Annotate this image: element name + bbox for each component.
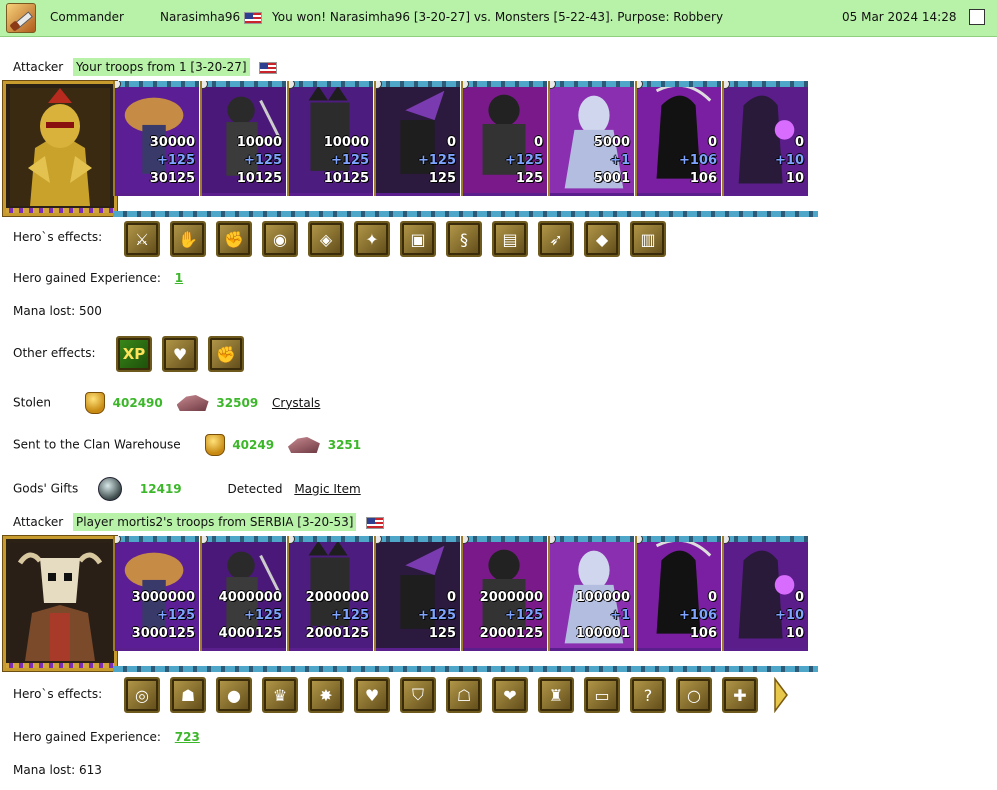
stolen-crystals: 32509	[216, 395, 259, 410]
attacker-row: Attacker Your troops from 1 [3-20-27]	[13, 58, 278, 76]
vest-icon[interactable]: ▥	[630, 221, 666, 257]
armor-icon[interactable]: ▣	[400, 221, 436, 257]
cross-sword-icon[interactable]: ✚	[722, 677, 758, 713]
hero-effects-label: Hero`s effects:	[13, 687, 103, 701]
shield-leaf-icon[interactable]: ◈	[308, 221, 344, 257]
usa-flag-icon	[366, 516, 385, 529]
usa-flag-icon	[243, 11, 262, 24]
fist-sword-icon[interactable]: ✊	[208, 336, 244, 372]
unit-slot[interactable]: 100000 +1 100001	[548, 536, 634, 651]
army-panel: 3000000 +125 3000125 4000000 +125 400012…	[0, 535, 818, 672]
unit-slot[interactable]: 10000 +125 10125	[200, 81, 286, 196]
report-datetime: 05 Mar 2024 14:28	[842, 10, 957, 24]
skull-helm-hero-icon	[10, 543, 110, 661]
golden-knight-hero-icon	[10, 88, 110, 206]
troops-origin: Player mortis2's troops from SERBIA [3-2…	[73, 513, 357, 531]
troops-origin: Your troops from 1 [3-20-27]	[73, 58, 250, 76]
stolen-row: Stolen 402490 32509 Crystals	[13, 392, 320, 414]
mana-value: 500	[78, 304, 102, 318]
unit-slot[interactable]: 2000000 +125 2000125	[287, 536, 373, 651]
orb-icon[interactable]: ●	[216, 677, 252, 713]
attacker-label: Attacker	[13, 60, 64, 74]
bracelet-icon[interactable]: ○	[676, 677, 712, 713]
shield-icon[interactable]: ⛉	[400, 677, 436, 713]
unit-slot[interactable]: 0 +10 10	[722, 81, 808, 196]
ring-icon[interactable]: ◎	[124, 677, 160, 713]
scroll-right-arrow-icon[interactable]	[774, 677, 788, 713]
magic-item-link[interactable]: Magic Item	[294, 482, 360, 496]
chest-icon[interactable]: ▤	[492, 221, 528, 257]
heart-sword-icon[interactable]: ♥	[162, 336, 198, 372]
pouch-icon[interactable]: ◉	[262, 221, 298, 257]
amulet-icon[interactable]: §	[446, 221, 482, 257]
crystals-link[interactable]: Crystals	[272, 396, 320, 410]
heart-icon[interactable]: ♥	[354, 677, 390, 713]
experience-row: Hero gained Experience: 1	[13, 271, 184, 285]
unit-slot[interactable]: 2000000 +125 2000125	[461, 536, 547, 651]
gods-gift-icon	[98, 477, 123, 501]
unit-slot[interactable]: 0 +125 125	[374, 536, 460, 651]
hand-icon[interactable]: ✊	[216, 221, 252, 257]
report-header: Commander Narasimha96 You won! Narasimha…	[0, 0, 997, 37]
other-effects-label: Other effects:	[13, 346, 96, 360]
hero-effects-list: ◎ ☗ ● ♛ ✸ ♥ ⛉ ☖ ❤ ♜ ▭ ? ○ ✚	[124, 677, 794, 713]
heart-wing-icon[interactable]: ❤	[492, 677, 528, 713]
unit-slot[interactable]: 0 +125 125	[374, 81, 460, 196]
question-icon[interactable]: ?	[630, 677, 666, 713]
gold-icon	[204, 434, 225, 456]
totem-icon[interactable]: ♜	[538, 677, 574, 713]
hero-portrait-frame[interactable]	[2, 80, 118, 217]
hero-portrait-frame[interactable]	[2, 535, 118, 672]
treasure-icon[interactable]: ✸	[308, 677, 344, 713]
xp-boost-icon[interactable]: XP	[116, 336, 152, 372]
clan-warehouse-row: Sent to the Clan Warehouse 40249 3251	[13, 434, 361, 456]
mana-row: Mana lost: 613	[13, 763, 102, 777]
usa-flag-icon	[259, 61, 278, 74]
attacker-row: Attacker Player mortis2's troops from SE…	[13, 513, 385, 531]
clan-crystals: 3251	[327, 437, 362, 452]
gods-gifts-value: 12419	[139, 481, 182, 496]
unit-slot[interactable]: 5000 +1 5001	[548, 81, 634, 196]
attacker-label: Attacker	[13, 515, 64, 529]
crown-icon[interactable]: ♛	[262, 677, 298, 713]
belt-icon[interactable]: ▭	[584, 677, 620, 713]
hero-effects-label: Hero`s effects:	[13, 230, 103, 244]
role-label: Commander	[50, 10, 124, 24]
unit-slot[interactable]: 0 +10 10	[722, 536, 808, 651]
gods-gifts-row: Gods' Gifts 12419 Detected Magic Item	[13, 477, 361, 501]
clan-gold: 40249	[232, 437, 275, 452]
select-report-checkbox[interactable]	[969, 9, 985, 25]
unit-slot[interactable]: 0 +106 106	[635, 81, 721, 196]
unit-slot[interactable]: 30000 +125 30125	[113, 81, 199, 196]
player-link[interactable]: Narasimha96	[160, 10, 262, 24]
battle-result-text[interactable]: You won! Narasimha96 [3-20-27] vs. Monst…	[272, 10, 723, 24]
unit-slot[interactable]: 3000000 +125 3000125	[113, 536, 199, 651]
handshake-icon[interactable]: ✋	[170, 221, 206, 257]
mana-value: 613	[78, 763, 102, 777]
other-effects-list: XP ♥ ✊	[116, 336, 246, 372]
experience-value[interactable]: 1	[175, 271, 183, 285]
experience-value[interactable]: 723	[175, 730, 200, 744]
gold-icon	[84, 392, 105, 414]
helmet-icon[interactable]: ☗	[170, 677, 206, 713]
unit-slot[interactable]: 0 +106 106	[635, 536, 721, 651]
battle-report-icon[interactable]	[6, 3, 36, 33]
unit-slot[interactable]: 4000000 +125 4000125	[200, 536, 286, 651]
crystal-icon	[287, 437, 320, 453]
claw-icon[interactable]: ✦	[354, 221, 390, 257]
unit-slot[interactable]: 0 +125 125	[461, 81, 547, 196]
bow-icon[interactable]: ➶	[538, 221, 574, 257]
unit-slot[interactable]: 10000 +125 10125	[287, 81, 373, 196]
army-panel: 30000 +125 30125 10000 +125 10125 10000 …	[0, 80, 818, 217]
experience-row: Hero gained Experience: 723	[13, 730, 200, 744]
stolen-gold: 402490	[112, 395, 163, 410]
mana-row: Mana lost: 500	[13, 304, 102, 318]
crystal-icon	[176, 395, 209, 411]
hero-effects-list: ⚔ ✋ ✊ ◉ ◈ ✦ ▣ § ▤ ➶ ◆ ▥	[124, 221, 684, 257]
gem-bracer-icon[interactable]: ◆	[584, 221, 620, 257]
sword-icon[interactable]: ⚔	[124, 221, 160, 257]
helm-icon[interactable]: ☖	[446, 677, 482, 713]
